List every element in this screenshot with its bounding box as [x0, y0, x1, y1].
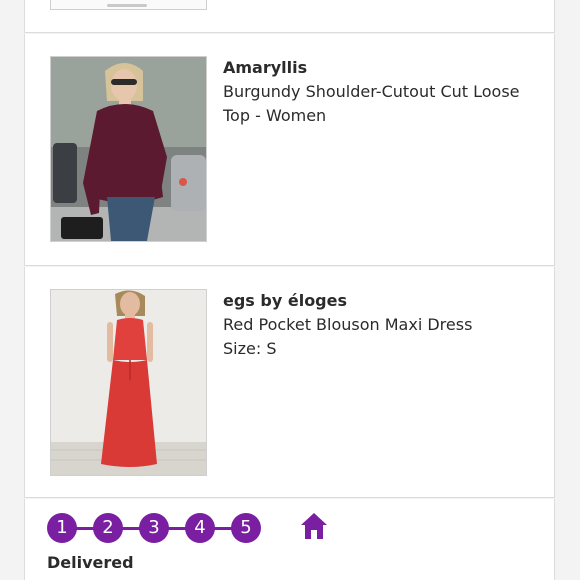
item-brand[interactable]: Amaryllis — [223, 56, 543, 80]
order-item-card[interactable]: egs by éloges Red Pocket Blouson Maxi Dr… — [24, 267, 555, 498]
previous-item-card — [24, 0, 555, 33]
order-items-page: Amaryllis Burgundy Shoulder-Cutout Cut L… — [0, 0, 580, 580]
step-3-indicator: 3 — [139, 513, 169, 543]
order-item-card[interactable]: Amaryllis Burgundy Shoulder-Cutout Cut L… — [24, 34, 555, 266]
delivery-status-label: Delivered — [47, 553, 134, 572]
delivery-progress-tracker: 1 2 3 4 5 — [47, 511, 327, 545]
order-status-card: 1 2 3 4 5 Delivered — [24, 499, 555, 580]
home-icon — [301, 513, 327, 539]
item-brand[interactable]: egs by éloges — [223, 289, 543, 313]
step-1-indicator: 1 — [47, 513, 77, 543]
item-title-line-1[interactable]: Burgundy Shoulder-Cutout Cut Loose — [223, 80, 543, 104]
step-5-indicator: 5 — [231, 513, 261, 543]
model-burgundy-top-photo — [51, 57, 206, 241]
product-image[interactable] — [50, 289, 207, 476]
previous-item-thumbnail[interactable] — [50, 0, 207, 10]
item-details: Amaryllis Burgundy Shoulder-Cutout Cut L… — [223, 56, 543, 128]
item-title-line-1[interactable]: Red Pocket Blouson Maxi Dress — [223, 313, 543, 337]
step-2-indicator: 2 — [93, 513, 123, 543]
product-image[interactable] — [50, 56, 207, 242]
item-title-line-2[interactable]: Top - Women — [223, 104, 543, 128]
item-details: egs by éloges Red Pocket Blouson Maxi Dr… — [223, 289, 543, 361]
step-4-indicator: 4 — [185, 513, 215, 543]
model-red-maxi-dress-photo — [51, 290, 206, 475]
item-size: Size: S — [223, 339, 277, 358]
